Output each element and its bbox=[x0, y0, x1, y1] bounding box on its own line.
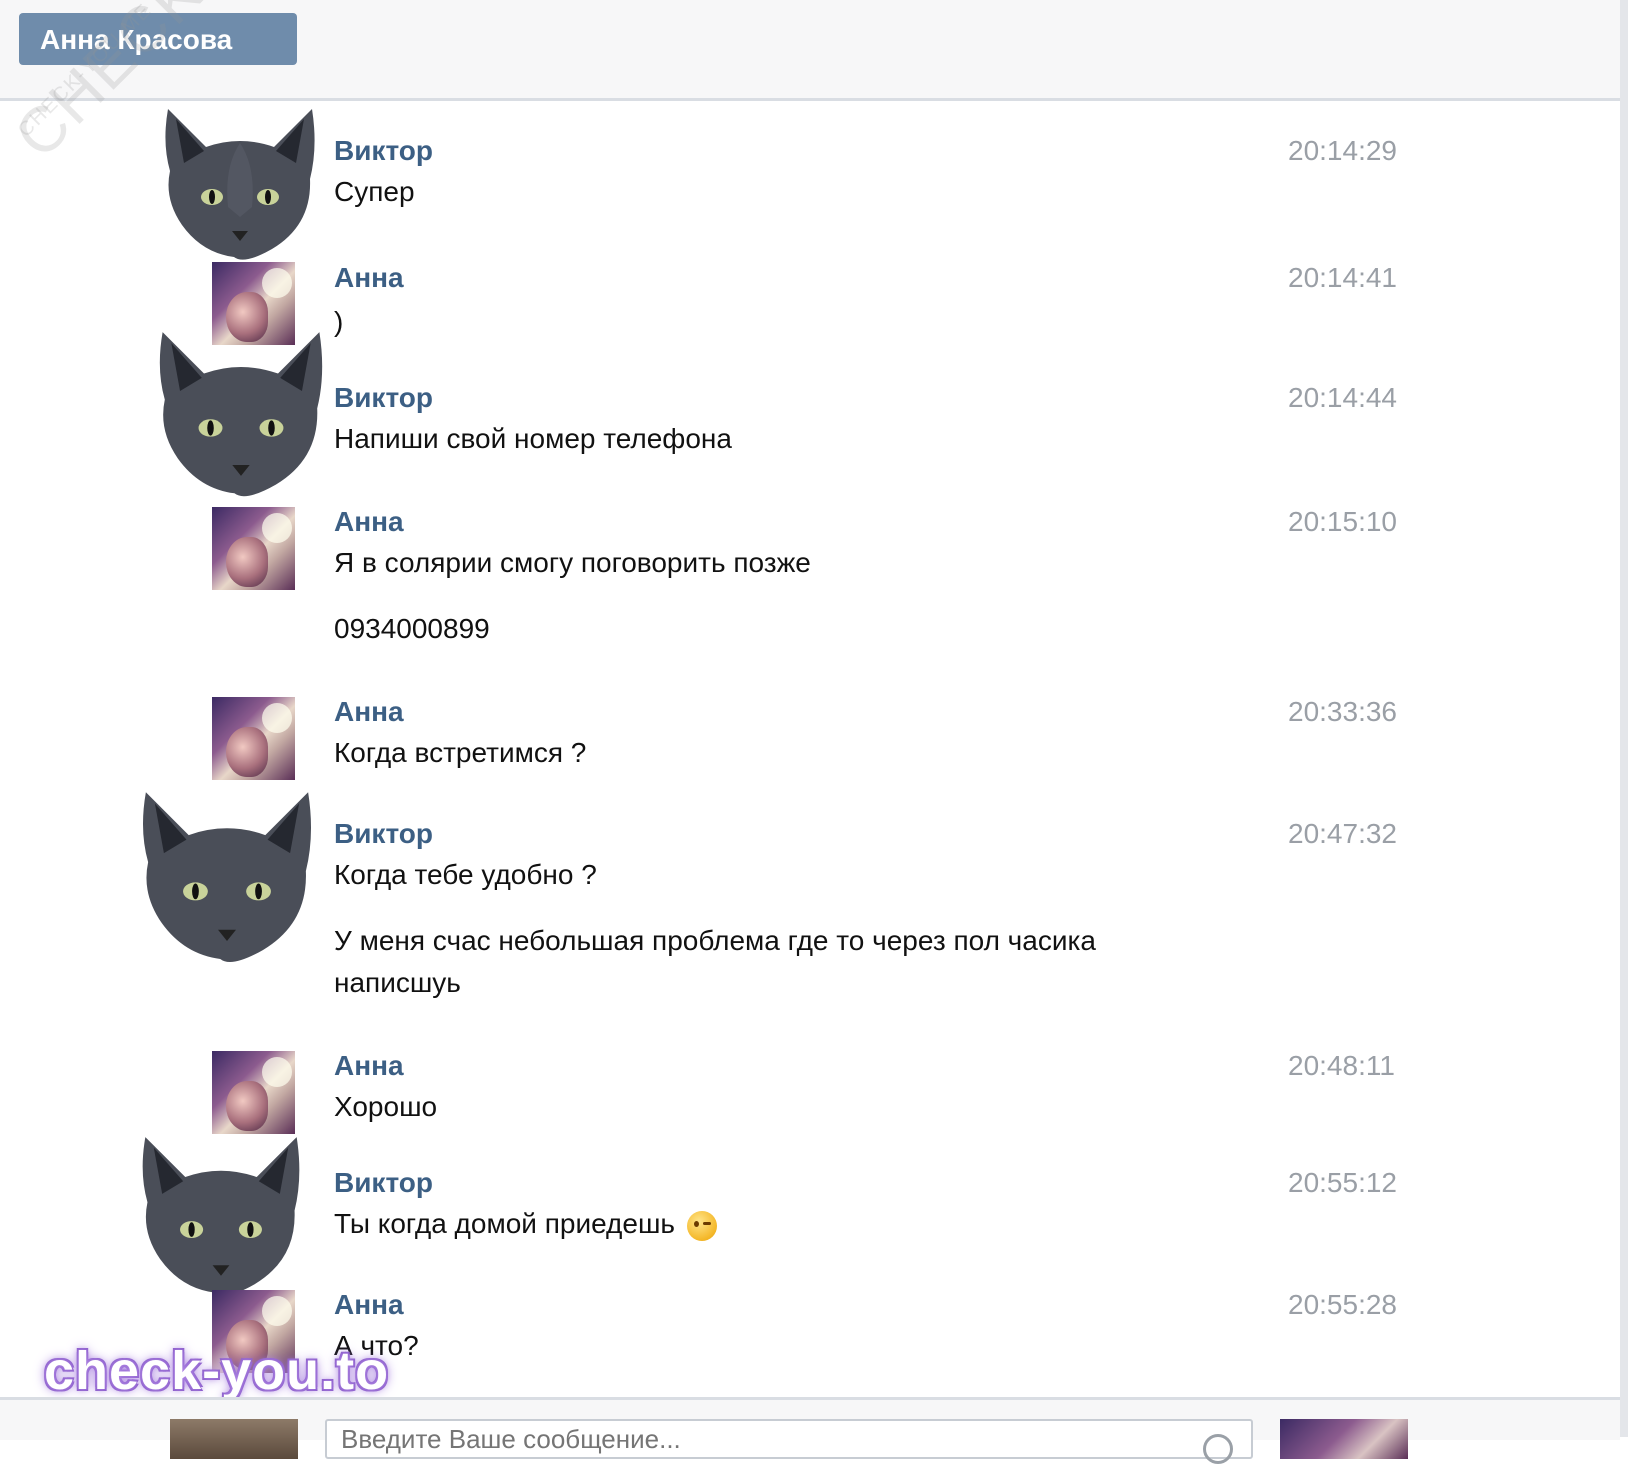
message-text: Когда встретимся ? bbox=[334, 737, 587, 768]
message-timestamp: 20:14:44 bbox=[1288, 382, 1397, 413]
message-timestamp: 20:55:12 bbox=[1288, 1167, 1397, 1198]
scrollbar-track[interactable] bbox=[1620, 0, 1628, 1437]
message-input[interactable] bbox=[325, 1419, 1253, 1459]
photo-avatar[interactable] bbox=[212, 697, 295, 780]
message-author-link[interactable]: Виктор bbox=[334, 818, 433, 850]
message-author-link[interactable]: Виктор bbox=[334, 135, 433, 167]
chat-header: Анна Красова bbox=[0, 0, 1620, 101]
message-author-link[interactable]: Анна bbox=[334, 506, 404, 538]
cat-avatar[interactable] bbox=[136, 790, 318, 968]
message-item: Виктор 20:14:29 Супер bbox=[0, 105, 1620, 260]
photo-avatar[interactable] bbox=[212, 507, 295, 590]
message-author-link[interactable]: Анна bbox=[334, 1050, 404, 1082]
message-timestamp: 20:33:36 bbox=[1288, 696, 1397, 727]
contact-avatar[interactable] bbox=[1280, 1419, 1408, 1459]
message-item: Анна 20:15:10 Я в солярии смогу поговори… bbox=[0, 500, 1620, 670]
message-text-content: Ты когда домой приедешь bbox=[334, 1208, 676, 1239]
message-author-link[interactable]: Анна bbox=[334, 696, 404, 728]
my-avatar[interactable] bbox=[170, 1419, 298, 1459]
message-text: Хорошо bbox=[334, 1091, 438, 1122]
message-timestamp: 20:48:11 bbox=[1288, 1050, 1395, 1081]
message-text: У меня счас небольшая проблема где то че… bbox=[334, 925, 1096, 998]
brand-watermark: check-you.to bbox=[44, 1341, 390, 1401]
message-timestamp: 20:15:10 bbox=[1288, 506, 1397, 537]
message-author-link[interactable]: Анна bbox=[334, 1289, 404, 1321]
message-item: Анна 20:48:11 Хорошо bbox=[0, 1045, 1620, 1135]
message-text: 0934000899 bbox=[334, 613, 490, 644]
cat-avatar[interactable] bbox=[136, 1135, 306, 1301]
message-text: Напиши свой номер телефона bbox=[334, 423, 732, 454]
message-author-link[interactable]: Анна bbox=[334, 262, 404, 294]
message-timestamp: 20:14:29 bbox=[1288, 135, 1397, 166]
message-timestamp: 20:55:28 bbox=[1288, 1289, 1397, 1320]
message-author-link[interactable]: Виктор bbox=[334, 382, 433, 414]
message-item: Виктор 20:55:12 Ты когда домой приедешь bbox=[0, 1135, 1620, 1296]
winking-face-icon bbox=[687, 1210, 718, 1241]
message-text: Когда тебе удобно ? bbox=[334, 859, 597, 890]
message-text: Ты когда домой приедешь bbox=[334, 1203, 1134, 1245]
cat-avatar[interactable] bbox=[160, 107, 320, 265]
message-item: Виктор 20:47:32 Когда тебе удобно ? У ме… bbox=[0, 790, 1620, 1020]
message-item: Анна 20:33:36 Когда встретимся ? bbox=[0, 690, 1620, 790]
message-item: Виктор 20:14:44 Напиши свой номер телефо… bbox=[0, 330, 1620, 500]
message-timestamp: 20:47:32 bbox=[1288, 818, 1397, 849]
cat-avatar[interactable] bbox=[152, 330, 330, 502]
emoji-picker-icon[interactable] bbox=[1203, 1434, 1233, 1464]
message-text: Я в солярии смогу поговорить позже bbox=[334, 547, 811, 578]
photo-avatar[interactable] bbox=[212, 1051, 295, 1134]
message-author-link[interactable]: Виктор bbox=[334, 1167, 433, 1199]
message-text: А что? bbox=[334, 1330, 419, 1361]
message-text: Супер bbox=[334, 176, 415, 207]
message-timestamp: 20:14:41 bbox=[1288, 262, 1397, 293]
